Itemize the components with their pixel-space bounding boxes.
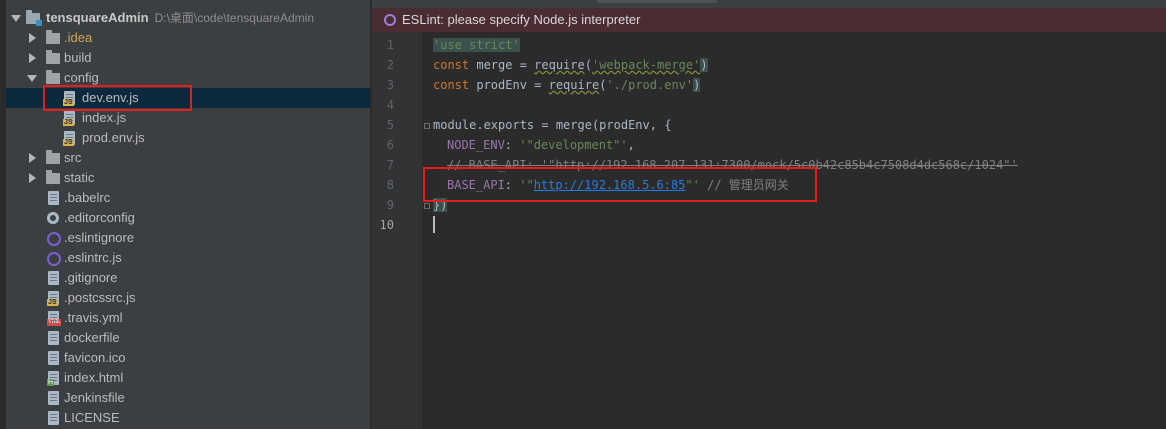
code-line-2: const merge = require('webpack-merge') <box>433 58 708 72</box>
collapse-arrow-icon[interactable] <box>26 168 38 188</box>
banner-text: ESLint: please specify Node.js interpret… <box>402 12 641 27</box>
tree-item-editorconfig[interactable]: .editorconfig <box>6 208 370 228</box>
project-tree: tensquareAdmin D:\桌面\code\tensquareAdmin … <box>6 0 370 429</box>
tree-item-index-html[interactable]: H index.html <box>6 368 370 388</box>
file-icon <box>48 391 59 405</box>
code-line-6: NODE_ENV: '"development"', <box>447 138 635 152</box>
tree-item-src[interactable]: src <box>6 148 370 168</box>
tab-bar <box>372 0 1166 8</box>
highlight-box-file <box>43 85 192 111</box>
project-folder-icon <box>26 10 42 26</box>
line-number: 5 <box>386 118 394 132</box>
eslint-icon <box>47 252 61 266</box>
fold-icon[interactable] <box>424 123 430 129</box>
tree-item-index-js[interactable]: JS index.js <box>6 108 370 128</box>
line-number: 9 <box>386 198 394 212</box>
eslint-icon <box>384 14 396 26</box>
collapse-arrow-icon[interactable] <box>26 48 38 68</box>
file-icon <box>48 271 59 285</box>
js-badge: JS <box>63 139 74 146</box>
tree-item-favicon[interactable]: favicon.ico <box>6 348 370 368</box>
tree-item-dockerfile[interactable]: dockerfile <box>6 328 370 348</box>
yml-file-icon: YML <box>47 311 62 326</box>
line-number: 8 <box>386 178 394 192</box>
code-line-1: 'use strict' <box>433 38 520 52</box>
tree-item-label: prod.env.js <box>82 130 145 145</box>
tree-item-label: .editorconfig <box>64 210 135 225</box>
code-line-5: module.exports = merge(prodEnv, { <box>433 118 672 132</box>
collapse-arrow-icon[interactable] <box>26 28 38 48</box>
js-badge: JS <box>47 299 58 306</box>
tree-item-label: .travis.yml <box>64 310 123 325</box>
js-file-icon: JS <box>63 131 75 146</box>
tree-item-label: src <box>64 150 82 165</box>
html-badge: H <box>47 379 55 386</box>
gear-icon <box>47 212 59 224</box>
tree-item-gitignore[interactable]: .gitignore <box>6 268 370 288</box>
expand-arrow-icon[interactable] <box>10 8 22 28</box>
folder-icon <box>46 150 60 164</box>
tree-item-label: build <box>64 50 92 65</box>
tree-item-label: dockerfile <box>64 330 120 345</box>
js-file-icon: JS <box>63 111 75 126</box>
js-file-icon: JS <box>47 291 59 306</box>
tree-root[interactable]: tensquareAdmin D:\桌面\code\tensquareAdmin <box>6 8 370 28</box>
active-tab-indicator <box>597 0 717 3</box>
tree-item-static[interactable]: static <box>6 168 370 188</box>
html-file-icon: H <box>47 371 59 386</box>
tree-item-label: .babelrc <box>64 190 111 205</box>
tree-item-babelrc[interactable]: .babelrc <box>6 188 370 208</box>
eslint-icon <box>47 232 61 246</box>
tree-item-label: Jenkinsfile <box>64 390 125 405</box>
tree-item-eslintignore[interactable]: .eslintignore <box>6 228 370 248</box>
project-path: D:\桌面\code\tensquareAdmin <box>154 11 314 25</box>
eslint-notification-banner[interactable]: ESLint: please specify Node.js interpret… <box>372 8 1166 32</box>
tree-item-label: .eslintrc.js <box>64 250 122 265</box>
folder-icon <box>46 170 60 184</box>
tree-item-label: .idea <box>64 30 93 45</box>
folder-icon <box>46 30 60 44</box>
tree-item-prod-env[interactable]: JS prod.env.js <box>6 128 370 148</box>
tree-item-label: .postcssrc.js <box>64 290 136 305</box>
tree-item-label: index.js <box>82 110 127 125</box>
tree-item-license[interactable]: LICENSE <box>6 408 370 428</box>
collapse-arrow-icon[interactable] <box>26 148 38 168</box>
tree-item-travis[interactable]: YML .travis.yml <box>6 308 370 328</box>
code-editor[interactable]: ESLint: please specify Node.js interpret… <box>372 0 1166 429</box>
tree-item-label: static <box>64 170 95 185</box>
expand-arrow-icon[interactable] <box>26 68 38 88</box>
project-name: tensquareAdmin <box>46 10 149 25</box>
yml-badge: YML <box>47 319 62 326</box>
code-line-3: const prodEnv = require('./prod.env') <box>433 78 701 92</box>
tree-item-label: .eslintignore <box>64 230 135 245</box>
tree-item-build[interactable]: build <box>6 48 370 68</box>
text-caret <box>433 216 435 233</box>
image-file-icon <box>48 351 59 365</box>
tree-item-label: .gitignore <box>64 270 118 285</box>
line-number: 2 <box>386 58 394 72</box>
line-number: 4 <box>386 98 394 112</box>
highlight-box-code <box>423 167 817 202</box>
line-number: 1 <box>386 38 394 52</box>
file-icon <box>48 331 59 345</box>
line-number-gutter: 1 2 3 4 5 6 7 8 9 10 <box>372 32 430 429</box>
tree-item-eslintrc[interactable]: .eslintrc.js <box>6 248 370 268</box>
fold-icon[interactable] <box>424 203 430 209</box>
file-icon <box>48 411 59 425</box>
folder-icon <box>46 50 60 64</box>
file-icon <box>48 191 59 205</box>
tree-item-jenkinsfile[interactable]: Jenkinsfile <box>6 388 370 408</box>
folder-icon <box>46 70 60 84</box>
tree-item-idea[interactable]: .idea <box>6 28 370 48</box>
tree-item-postcssrc[interactable]: JS .postcssrc.js <box>6 288 370 308</box>
line-number: 10 <box>379 218 394 232</box>
line-number: 3 <box>386 78 394 92</box>
line-number: 6 <box>386 138 394 152</box>
tree-item-label: LICENSE <box>64 410 120 425</box>
line-number: 7 <box>386 158 394 172</box>
tree-item-label: index.html <box>64 370 124 385</box>
tree-item-label: favicon.ico <box>64 350 126 365</box>
js-badge: JS <box>63 119 74 126</box>
